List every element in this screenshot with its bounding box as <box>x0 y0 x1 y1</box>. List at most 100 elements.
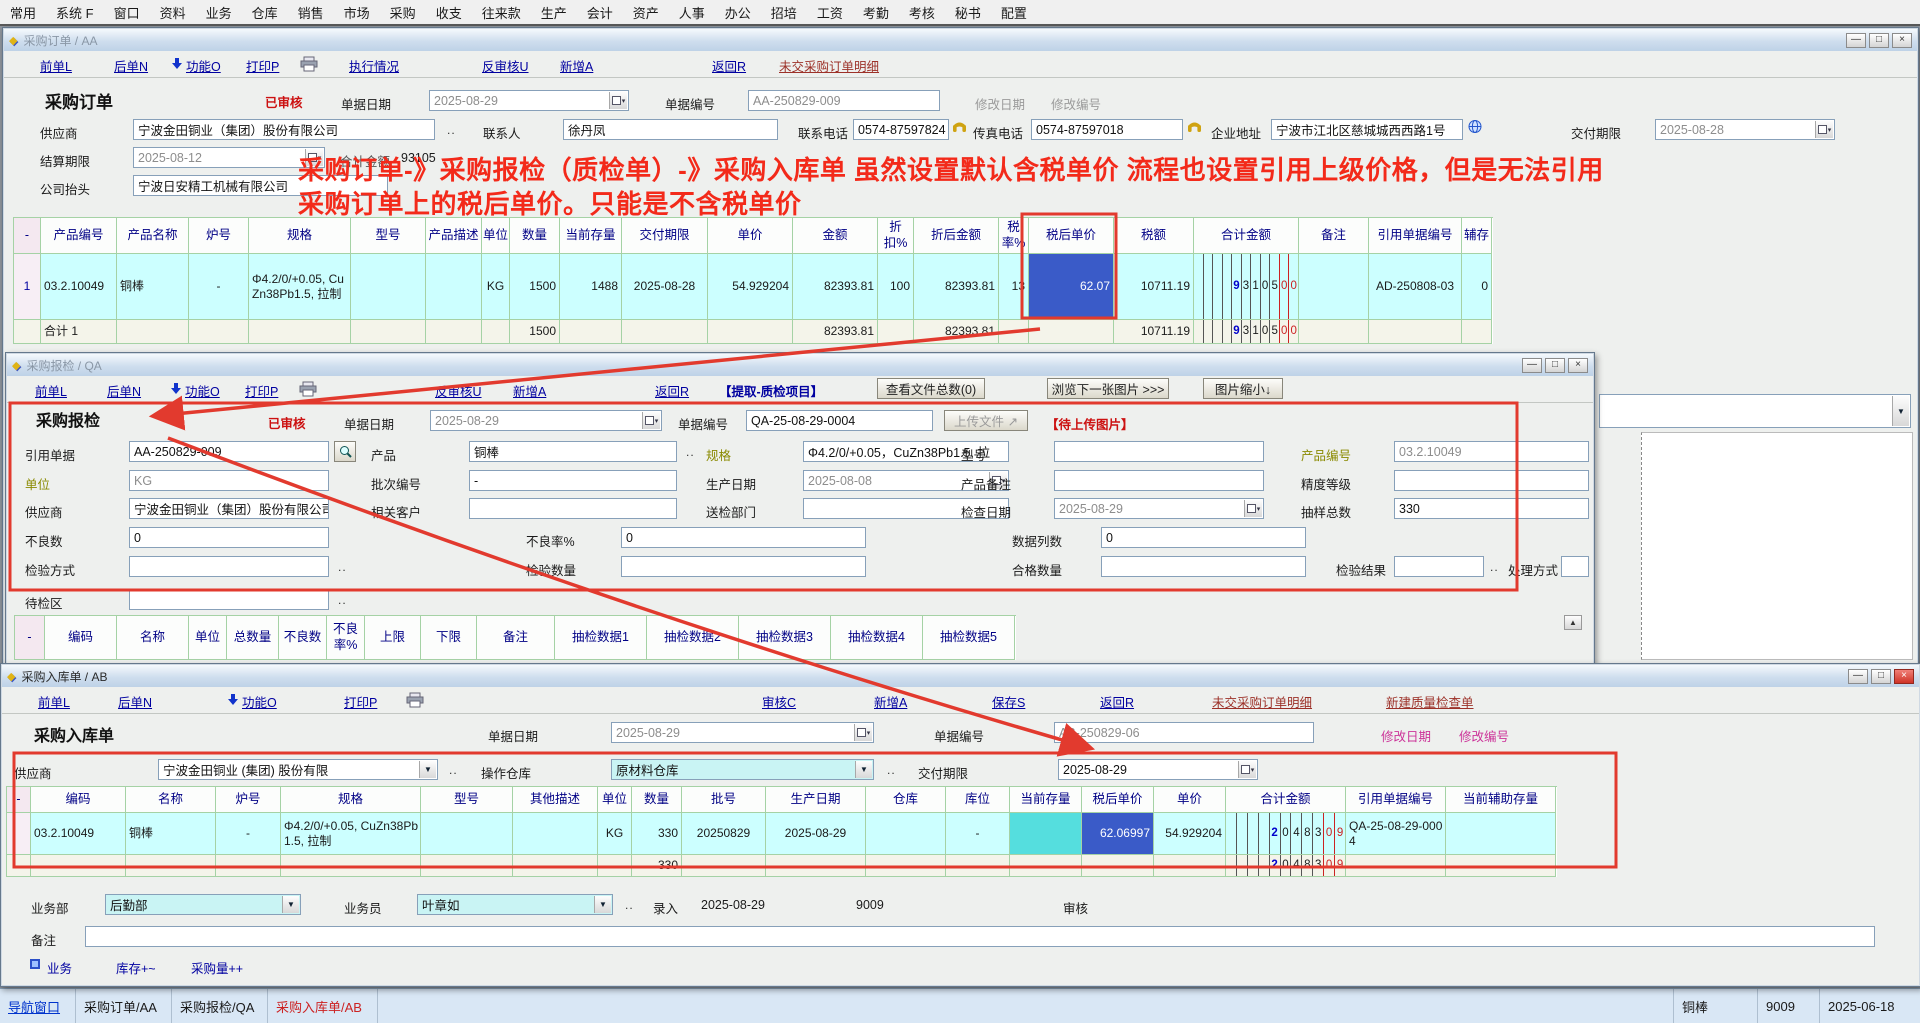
return-link[interactable]: 返回R <box>655 381 689 400</box>
menu-item[interactable]: 往来款 <box>472 3 531 22</box>
unaudit-link[interactable]: 反审核U <box>435 381 482 400</box>
scroll-up-button[interactable]: ▲ <box>1564 615 1582 630</box>
check-date-field[interactable]: 2025-08-29▾ <box>1054 498 1264 519</box>
cell-desc[interactable] <box>513 813 598 855</box>
shrink-image-button[interactable]: 图片缩小↓ <box>1203 378 1283 399</box>
cell-total-amount-grid[interactable]: 9310500 <box>1194 254 1299 320</box>
supplier-picker-dots[interactable]: .. <box>449 763 458 777</box>
data-cols-field[interactable]: 0 <box>1101 527 1306 548</box>
magnifier-icon[interactable] <box>334 441 356 462</box>
product-picker-dots[interactable]: .. <box>686 445 695 459</box>
scroll-down-button[interactable]: ▼ <box>1892 396 1909 426</box>
next-doc-link[interactable]: 后单N <box>114 56 148 75</box>
cell-discount[interactable]: 100 <box>878 254 914 320</box>
customer-field[interactable] <box>469 498 677 519</box>
maximize-button[interactable]: □ <box>1869 33 1889 48</box>
method-picker-dots[interactable]: .. <box>338 560 347 574</box>
printer-icon[interactable] <box>299 381 317 400</box>
cell-note[interactable] <box>1299 254 1369 320</box>
minimize-button[interactable]: — <box>1846 33 1866 48</box>
function-link[interactable]: 功能O <box>186 56 221 75</box>
settle-field[interactable]: 2025-08-12▾ <box>133 147 325 168</box>
cell-aux-stock[interactable] <box>1446 813 1556 855</box>
doc-date-field[interactable]: 2025-08-29▾ <box>429 90 629 111</box>
cell-stock[interactable]: 1488 <box>560 254 622 320</box>
function-link[interactable]: 功能O <box>242 692 277 711</box>
calendar-button[interactable]: ▾ <box>1238 761 1256 778</box>
pending-orders-link[interactable]: 未交采购订单明细 <box>1212 692 1312 711</box>
cell-furnace[interactable]: - <box>189 254 249 320</box>
cell-batch[interactable]: 20250829 <box>682 813 766 855</box>
titlebar-inspection[interactable]: ◆ 采购报检 / QA — □ × <box>7 354 1593 376</box>
dropdown-arrow-icon[interactable]: ▼ <box>419 761 436 778</box>
cell-discounted[interactable]: 82393.81 <box>914 254 999 320</box>
menu-item[interactable]: 资料 <box>150 3 196 22</box>
dropdown-arrow-icon[interactable]: ▼ <box>282 896 299 913</box>
inspect-qty-field[interactable] <box>621 556 866 577</box>
add-new-link[interactable]: 新增A <box>874 692 907 711</box>
save-link[interactable]: 保存S <box>992 692 1025 711</box>
next-doc-link[interactable]: 后单N <box>107 381 141 400</box>
cell-location[interactable]: - <box>946 813 1010 855</box>
tab-inspection[interactable]: 采购报检/QA <box>172 989 268 1023</box>
print-link[interactable]: 打印P <box>245 381 278 400</box>
menu-item[interactable]: 考核 <box>899 3 945 22</box>
deliver-field[interactable]: 2025-08-29▾ <box>1058 759 1258 780</box>
menu-item[interactable]: 考勤 <box>853 3 899 22</box>
minimize-button[interactable]: — <box>1848 669 1868 684</box>
pending-orders-link[interactable]: 未交采购订单明细 <box>779 56 879 75</box>
cell-price[interactable]: 54.929204 <box>708 254 793 320</box>
menu-item[interactable]: 秘书 <box>945 3 991 22</box>
stock-link[interactable]: 库存+~ <box>116 958 156 977</box>
cell-model[interactable] <box>421 813 513 855</box>
cell-qty[interactable]: 1500 <box>510 254 560 320</box>
sample-total-field[interactable]: 330 <box>1394 498 1589 519</box>
doc-no-field[interactable]: AA-250829-009 <box>748 90 940 111</box>
note-field[interactable] <box>85 926 1875 947</box>
menu-item[interactable]: 生产 <box>531 3 577 22</box>
pass-qty-field[interactable] <box>1101 556 1306 577</box>
cell-furnace[interactable]: - <box>216 813 281 855</box>
function-link[interactable]: 功能O <box>185 381 220 400</box>
audit-link[interactable]: 审核C <box>762 692 796 711</box>
batch-no-field[interactable]: - <box>469 470 677 491</box>
tab-warehouse-receipt-active[interactable]: 采购入库单/AB <box>268 989 378 1023</box>
menu-item[interactable]: 人事 <box>669 3 715 22</box>
clerk-dropdown[interactable]: 叶章如▼ <box>417 894 613 915</box>
waiting-picker-dots[interactable]: .. <box>338 593 347 607</box>
nav-window-tab[interactable]: 导航窗口 <box>0 989 76 1023</box>
close-button[interactable]: × <box>1894 669 1914 684</box>
precision-field[interactable] <box>1394 470 1589 491</box>
printer-icon[interactable] <box>406 692 424 711</box>
prev-doc-link[interactable]: 前单L <box>40 56 72 75</box>
menu-item[interactable]: 常用 <box>0 3 46 22</box>
doc-date-field[interactable]: 2025-08-29▾ <box>611 722 874 743</box>
cell-spec[interactable]: Φ4.2/0/+0.05, CuZn38Pb1.5, 拉制 <box>249 254 351 320</box>
product-code-field[interactable]: 03.2.10049 <box>1394 441 1589 462</box>
next-doc-link[interactable]: 后单N <box>118 692 152 711</box>
menu-item[interactable]: 招培 <box>761 3 807 22</box>
cell-tax-rate[interactable]: 13 <box>999 254 1029 320</box>
cell-prod-date[interactable]: 2025-08-29 <box>766 813 866 855</box>
supplier-picker-dots[interactable]: .. <box>447 123 456 137</box>
clerk-picker-dots[interactable]: .. <box>625 898 634 912</box>
titlebar-warehouse-receipt[interactable]: ◆ 采购入库单 / AB — □ × <box>2 665 1919 687</box>
add-new-link[interactable]: 新增A <box>513 381 546 400</box>
cell-amount[interactable]: 82393.81 <box>793 254 878 320</box>
ref-doc-field[interactable]: AA-250829-009 <box>129 441 329 462</box>
return-link[interactable]: 返回R <box>712 56 746 75</box>
menu-item[interactable]: 收支 <box>426 3 472 22</box>
cell-ref[interactable]: AD-250808-03 <box>1369 254 1462 320</box>
product-note-field[interactable] <box>1054 470 1264 491</box>
inspect-method-field[interactable] <box>129 556 329 577</box>
cell-row-index[interactable]: 1 <box>14 254 41 320</box>
menu-item[interactable]: 系统 F <box>46 3 104 22</box>
prev-doc-link[interactable]: 前单L <box>38 692 70 711</box>
cell-unit[interactable]: KG <box>482 254 510 320</box>
add-new-link[interactable]: 新增A <box>560 56 593 75</box>
cell-stock-highlight[interactable] <box>1010 813 1082 855</box>
menu-item[interactable]: 资产 <box>623 3 669 22</box>
fax-field[interactable]: 0574-87597018 <box>1031 119 1183 140</box>
cell-desc[interactable] <box>426 254 482 320</box>
calendar-button[interactable]: ▾ <box>609 92 627 109</box>
